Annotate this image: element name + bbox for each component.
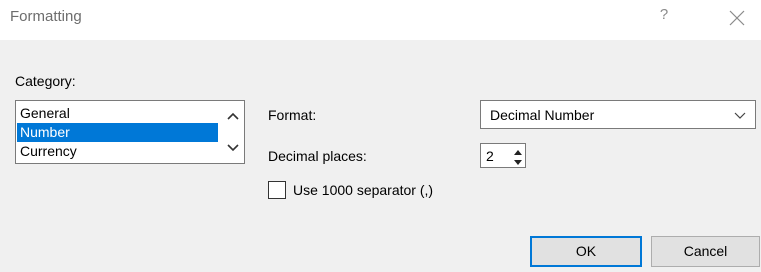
format-selected-value: Decimal Number	[490, 107, 595, 123]
list-scroll-up-button[interactable]	[223, 106, 243, 128]
decimal-places-value[interactable]: 2	[486, 148, 494, 164]
list-item-number[interactable]: Number	[17, 123, 218, 142]
close-button[interactable]	[727, 8, 747, 28]
category-listbox[interactable]: General Number Currency	[15, 100, 245, 164]
chevron-down-icon	[227, 144, 239, 152]
list-item-currency[interactable]: Currency	[17, 142, 218, 161]
decimal-places-stepper[interactable]: 2	[480, 143, 526, 168]
chevron-down-icon	[734, 112, 746, 119]
separator-checkbox[interactable]	[268, 181, 286, 199]
format-dropdown[interactable]: Decimal Number	[480, 100, 756, 129]
category-label: Category:	[15, 73, 76, 89]
dialog-title: Formatting	[10, 8, 82, 25]
chevron-up-icon	[227, 112, 239, 120]
title-bar: Formatting ?	[0, 0, 761, 40]
triangle-down-icon	[514, 160, 522, 165]
list-scroll-down-button[interactable]	[223, 137, 243, 159]
close-icon	[729, 10, 745, 26]
separator-label[interactable]: Use 1000 separator (,)	[293, 182, 433, 198]
stepper-down-button[interactable]	[511, 155, 525, 166]
help-button[interactable]: ?	[656, 6, 672, 26]
cancel-button[interactable]: Cancel	[651, 236, 760, 267]
decimal-places-label: Decimal places:	[268, 148, 367, 164]
list-item-general[interactable]: General	[17, 104, 218, 123]
ok-button[interactable]: OK	[530, 236, 642, 267]
format-label: Format:	[268, 107, 317, 123]
